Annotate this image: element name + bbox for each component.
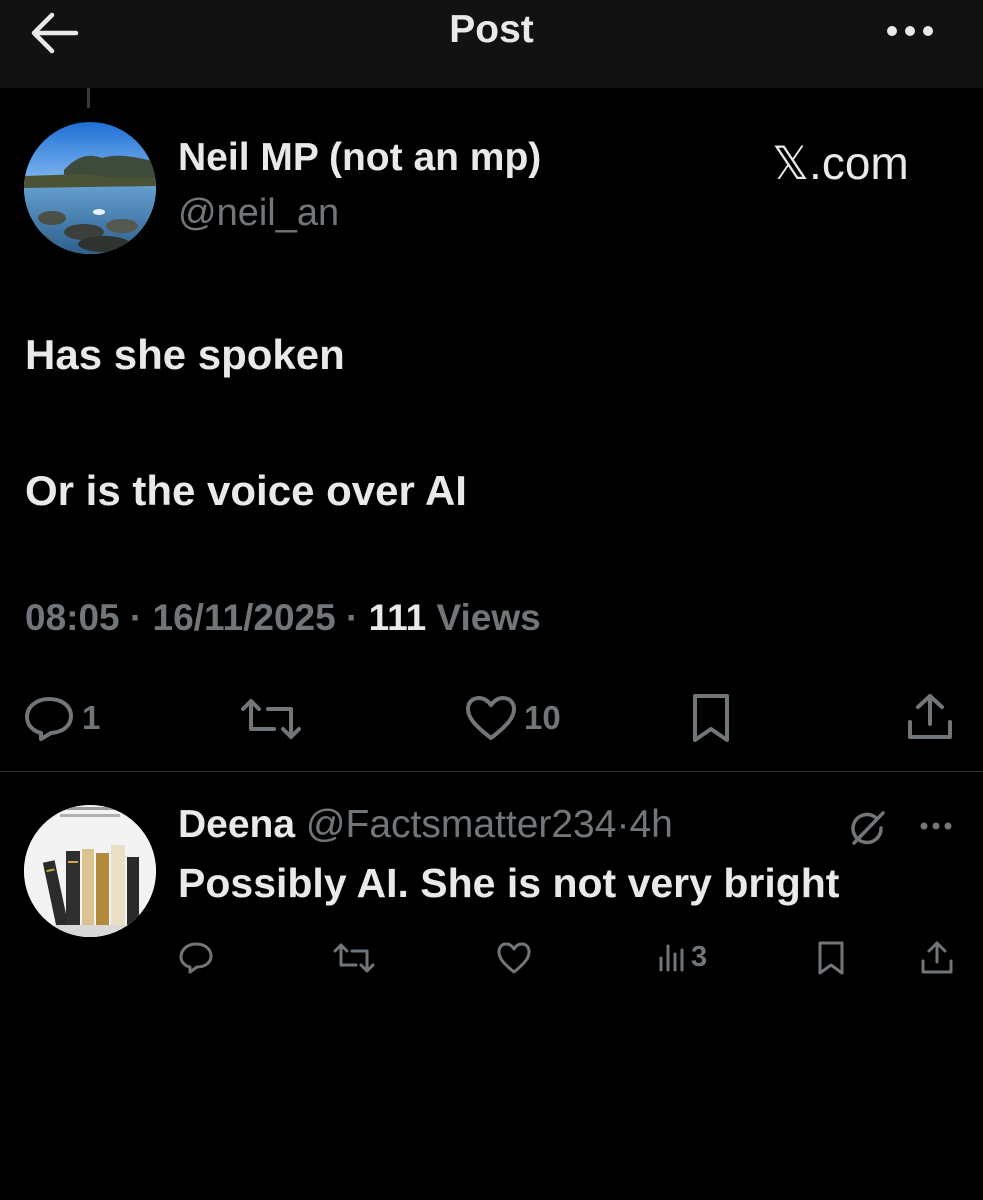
- reply-header: Deena @Factsmatter234·4h: [178, 803, 673, 847]
- reply-views-count: 3: [691, 940, 708, 973]
- heart-icon: [464, 694, 518, 742]
- more-options-icon[interactable]: [916, 814, 956, 838]
- reply-text: Possibly AI. She is not very bright: [178, 860, 840, 906]
- bookmark-icon: [816, 940, 846, 976]
- reply-count: 1: [82, 699, 101, 736]
- author-avatar[interactable]: [24, 122, 156, 254]
- reply-button[interactable]: 1: [22, 694, 100, 742]
- reply-author-handle[interactable]: @Factsmatter234: [306, 803, 617, 846]
- reply-author-name[interactable]: Deena: [178, 803, 295, 846]
- reply-bookmark-button[interactable]: [816, 940, 846, 976]
- grok-icon[interactable]: [848, 808, 888, 848]
- bookmark-icon: [690, 692, 732, 744]
- top-bar: Post: [0, 0, 983, 88]
- repost-button[interactable]: [240, 697, 302, 741]
- heart-icon: [496, 941, 532, 975]
- like-count: 10: [524, 699, 561, 736]
- like-button[interactable]: 10: [464, 694, 561, 742]
- share-icon: [904, 692, 956, 742]
- share-button[interactable]: [904, 692, 956, 742]
- views-count: 111: [368, 597, 427, 638]
- meta-separator: ·: [129, 597, 143, 638]
- author-name[interactable]: Neil MP (not an mp): [178, 136, 541, 180]
- author-handle[interactable]: @neil_an: [178, 192, 339, 235]
- reply-repost-button[interactable]: [333, 942, 375, 974]
- reply-reply-button[interactable]: [178, 941, 214, 975]
- reply-views-button[interactable]: 3: [657, 940, 707, 974]
- meta-separator: ·: [345, 597, 359, 638]
- repost-icon: [333, 942, 375, 974]
- page-title: Post: [449, 8, 534, 51]
- divider: [0, 771, 983, 772]
- more-options-icon[interactable]: [880, 16, 940, 46]
- reply-icon: [178, 941, 214, 975]
- views-label[interactable]: Views: [437, 597, 541, 638]
- thread-connector-line: [87, 88, 90, 108]
- share-icon: [919, 940, 955, 976]
- analytics-icon: [657, 940, 687, 974]
- post-metadata: 08:05 · 16/11/2025 · 111 Views: [25, 597, 541, 639]
- reply-time[interactable]: 4h: [629, 803, 672, 846]
- reply-like-button[interactable]: [496, 941, 532, 975]
- post-date: 16/11/2025: [152, 597, 336, 638]
- reply-icon: [22, 694, 76, 742]
- reply-author-avatar[interactable]: [24, 805, 156, 937]
- reply-share-button[interactable]: [919, 940, 955, 976]
- bookmark-button[interactable]: [690, 692, 732, 744]
- post-time: 08:05: [25, 597, 120, 638]
- post-text-line: Has she spoken: [25, 331, 345, 378]
- x-watermark: 𝕏.com: [772, 137, 909, 189]
- reply-separator: ·: [616, 803, 630, 846]
- repost-icon: [240, 697, 302, 741]
- post-text-line: Or is the voice over AI: [25, 467, 467, 514]
